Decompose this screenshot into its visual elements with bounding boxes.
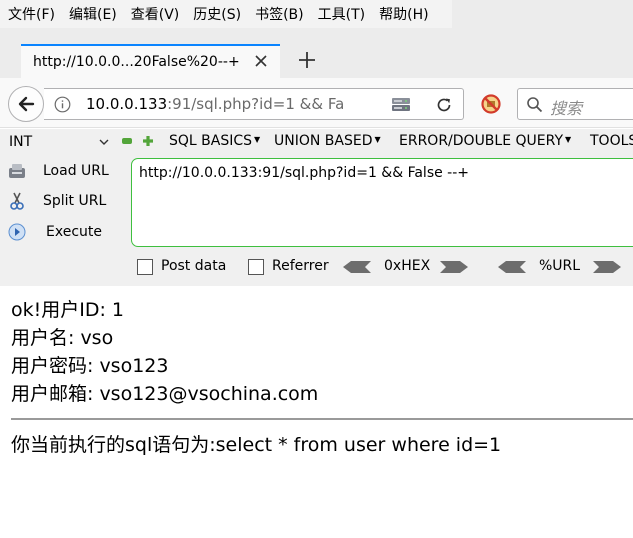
- page-content: ok!用户ID: 1 用户名: vso 用户密码: vso123 用户邮箱: v…: [11, 296, 633, 408]
- menu-tools-hackbar[interactable]: TOOLS: [590, 133, 633, 149]
- hex-encode-arrow-icon[interactable]: [440, 261, 468, 273]
- reload-icon[interactable]: [434, 95, 454, 115]
- divider: [11, 418, 633, 420]
- sql-statement: 你当前执行的sql语句为:select * from user where id…: [11, 434, 502, 456]
- hackbar-options: Post data Referrer 0xHEX %URL: [0, 257, 633, 277]
- email-line: 用户邮箱: vso123@vsochina.com: [11, 383, 319, 405]
- scissors-icon: [6, 190, 28, 212]
- url-encode-label: %URL: [539, 258, 581, 274]
- info-icon[interactable]: [54, 96, 71, 113]
- menu-edit[interactable]: 编辑(E): [61, 4, 123, 24]
- user-id-line: ok!用户ID: 1: [11, 299, 125, 321]
- type-select[interactable]: INT: [5, 132, 113, 152]
- url-decode-arrow-icon[interactable]: [498, 261, 526, 273]
- menu-history[interactable]: 历史(S): [185, 4, 247, 24]
- hex-label: 0xHEX: [384, 258, 431, 274]
- execute-icon: [6, 221, 28, 243]
- chevron-down-icon: [99, 139, 109, 145]
- url-host: 10.0.0.133: [86, 95, 168, 113]
- menu-tools-label: TOOLS: [590, 133, 633, 149]
- menu-tools[interactable]: 工具(T): [310, 4, 371, 24]
- menu-file[interactable]: 文件(F): [0, 4, 61, 24]
- hackbar-url-textarea[interactable]: http://10.0.0.133:91/sql.php?id=1 && Fal…: [131, 158, 633, 247]
- split-url-label: Split URL: [43, 193, 107, 209]
- menu-sql-basics-label: SQL BASICS: [169, 133, 253, 149]
- post-data-checkbox[interactable]: [137, 259, 153, 275]
- type-select-value: INT: [9, 134, 33, 150]
- back-arrow-icon: [18, 96, 35, 112]
- browser-tab[interactable]: http://10.0.0...20False%20--+: [21, 44, 280, 78]
- menu-bar: 文件(F) 编辑(E) 查看(V) 历史(S) 书签(B) 工具(T) 帮助(H…: [0, 0, 633, 28]
- search-icon: [527, 97, 543, 113]
- execute-label: Execute: [46, 224, 102, 240]
- tab-strip: http://10.0.0...20False%20--+: [0, 28, 633, 78]
- load-url-label: Load URL: [43, 163, 109, 179]
- blocker-icon[interactable]: [480, 93, 502, 115]
- post-data-label: Post data: [161, 258, 227, 274]
- hex-decode-arrow-icon[interactable]: [343, 261, 371, 273]
- hackbar-panel: INT SQL BASICS ▼ UNION BASED ▼ ERROR/DOUBL…: [0, 129, 633, 286]
- load-url-button[interactable]: Load URL: [6, 159, 109, 183]
- menu-union-based[interactable]: UNION BASED ▼: [274, 133, 381, 149]
- referrer-label: Referrer: [272, 258, 329, 274]
- password-line: 用户密码: vso123: [11, 355, 169, 377]
- increase-icon[interactable]: [142, 135, 154, 147]
- menu-bookmarks[interactable]: 书签(B): [247, 4, 310, 24]
- close-icon[interactable]: [252, 52, 270, 70]
- menu-view[interactable]: 查看(V): [123, 4, 186, 24]
- hackbar-toolbar: INT SQL BASICS ▼ UNION BASED ▼ ERROR/DOUBL…: [0, 129, 633, 155]
- url-path: :91/sql.php?id=1 && Fa: [167, 95, 345, 113]
- menu-error-double-query-label: ERROR/DOUBLE QUERY: [399, 133, 564, 149]
- menu-union-based-label: UNION BASED: [274, 133, 373, 149]
- network-icon[interactable]: [390, 94, 412, 116]
- new-tab-icon[interactable]: [296, 49, 318, 71]
- tab-title: http://10.0.0...20False%20--+: [33, 54, 240, 70]
- url-text[interactable]: 10.0.0.133:91/sql.php?id=1 && Fa: [86, 95, 362, 113]
- menu-help[interactable]: 帮助(H): [371, 4, 434, 24]
- menu-sql-basics[interactable]: SQL BASICS ▼: [169, 133, 260, 149]
- search-placeholder: 搜索: [550, 99, 583, 118]
- menu-error-double-query[interactable]: ERROR/DOUBLE QUERY ▼: [399, 133, 571, 149]
- decrease-icon[interactable]: [122, 138, 132, 144]
- menu-items: 文件(F) 编辑(E) 查看(V) 历史(S) 书签(B) 工具(T) 帮助(H…: [0, 0, 452, 28]
- search-bar[interactable]: 搜索: [517, 88, 633, 120]
- url-encode-arrow-icon[interactable]: [593, 261, 621, 273]
- url-bar[interactable]: 10.0.0.133:91/sql.php?id=1 && Fa: [44, 88, 464, 120]
- execute-button[interactable]: Execute: [6, 220, 102, 244]
- split-url-button[interactable]: Split URL: [6, 189, 106, 213]
- username-line: 用户名: vso: [11, 327, 114, 349]
- load-url-icon: [6, 160, 28, 182]
- referrer-checkbox[interactable]: [248, 259, 264, 275]
- back-button[interactable]: [8, 86, 44, 122]
